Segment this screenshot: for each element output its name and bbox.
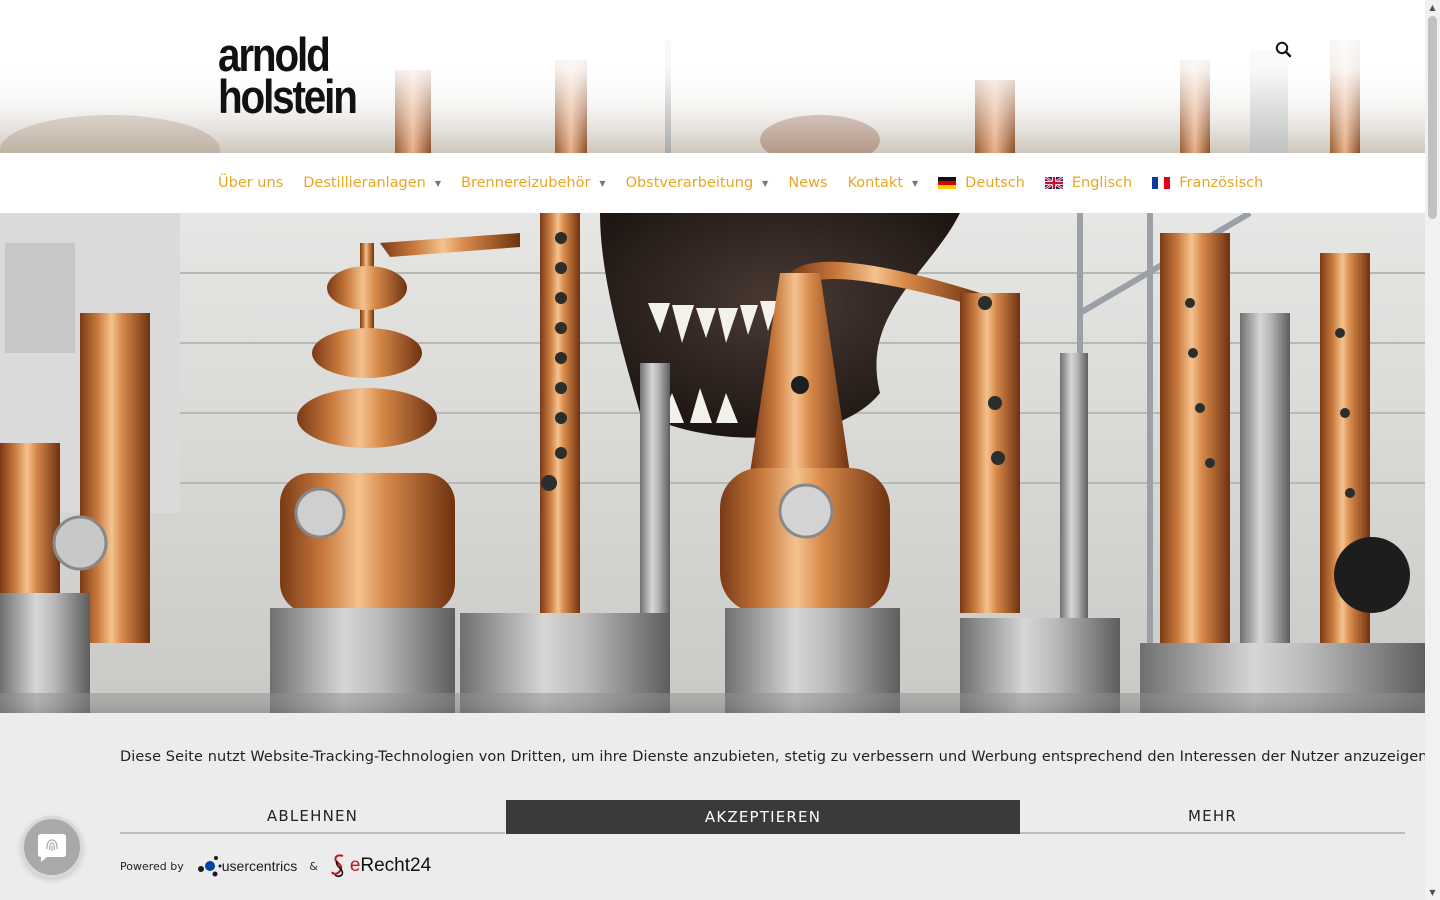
language-franzoesisch[interactable]: Französisch (1142, 163, 1273, 203)
distillery-photo (0, 213, 1425, 713)
flag-fr-icon (1152, 177, 1171, 189)
nav-item-news[interactable]: News (778, 163, 837, 203)
chevron-down-icon: ▼ (912, 178, 919, 188)
powered-by-label: Powered by (120, 859, 184, 873)
flag-gb-icon (1044, 177, 1063, 189)
usercentrics-dots-icon (197, 856, 222, 877)
language-englisch[interactable]: Englisch (1035, 163, 1142, 203)
scroll-up-arrow-icon[interactable]: ▲ (1425, 0, 1440, 15)
vertical-scrollbar[interactable]: ▲ ▼ (1425, 0, 1440, 900)
search-icon (1275, 41, 1292, 58)
scrollbar-thumb[interactable] (1428, 16, 1437, 219)
site-header: arnold holstein (0, 0, 1425, 153)
language-label: Deutsch (965, 175, 1025, 191)
usercentrics-logo[interactable]: usercentrics (196, 855, 297, 877)
nav-item-destillieranlagen[interactable]: Destillieranlagen ▼ (293, 163, 451, 203)
erecht24-paragraph-icon (330, 854, 344, 878)
ampersand: & (309, 859, 318, 873)
erecht24-e: e (349, 855, 361, 876)
nav-item-obstverarbeitung[interactable]: Obstverarbeitung ▼ (616, 163, 779, 203)
nav-item-brennereizubehoer[interactable]: Brennereizubehör ▼ (451, 163, 616, 203)
nav-item-label: Destillieranlagen (303, 175, 426, 191)
language-label: Englisch (1071, 175, 1133, 191)
site-logo[interactable]: arnold holstein (218, 31, 358, 123)
chevron-down-icon: ▼ (434, 178, 442, 188)
search-button[interactable] (1273, 39, 1295, 61)
nav-item-label: Brennereizubehör (461, 175, 591, 191)
fingerprint-icon (38, 834, 66, 862)
erecht24-logo[interactable]: e Recht24 (328, 853, 431, 879)
hero-image (0, 213, 1425, 713)
cookie-notice-text: Diese Seite nutzt Website-Tracking-Techn… (120, 749, 1433, 765)
scroll-down-arrow-icon[interactable]: ▼ (1425, 885, 1440, 900)
nav-item-label: Über uns (218, 175, 284, 191)
chevron-down-icon: ▼ (599, 178, 606, 188)
main-navigation: Über uns Destillieranlagen ▼ Brennereizu… (0, 153, 1425, 213)
powered-by: Powered by usercentrics & e Recht24 (120, 851, 431, 881)
logo-line-2: holstein (218, 70, 358, 123)
more-button[interactable]: MEHR (1020, 800, 1405, 834)
nav-item-ueber-uns[interactable]: Über uns (208, 163, 293, 203)
usercentrics-wordmark: usercentrics (221, 858, 298, 874)
nav-item-label: Obstverarbeitung (625, 175, 754, 191)
flag-de-icon (938, 177, 957, 189)
chevron-down-icon: ▼ (762, 178, 769, 188)
nav-item-label: News (788, 175, 828, 191)
nav-item-kontakt[interactable]: Kontakt ▼ (838, 163, 929, 203)
nav-item-label: Kontakt (847, 175, 904, 191)
header-background-image (0, 0, 1425, 153)
language-label: Französisch (1179, 175, 1264, 191)
decline-button[interactable]: ABLEHNEN (120, 800, 505, 834)
privacy-settings-button[interactable] (21, 816, 83, 878)
page: arnold holstein Über uns Destillieranlag… (0, 0, 1440, 900)
cookie-consent-banner: Diese Seite nutzt Website-Tracking-Techn… (0, 713, 1432, 900)
accept-button[interactable]: AKZEPTIEREN (506, 800, 1020, 834)
erecht24-wordmark: Recht24 (360, 855, 432, 876)
language-deutsch[interactable]: Deutsch (928, 163, 1035, 203)
